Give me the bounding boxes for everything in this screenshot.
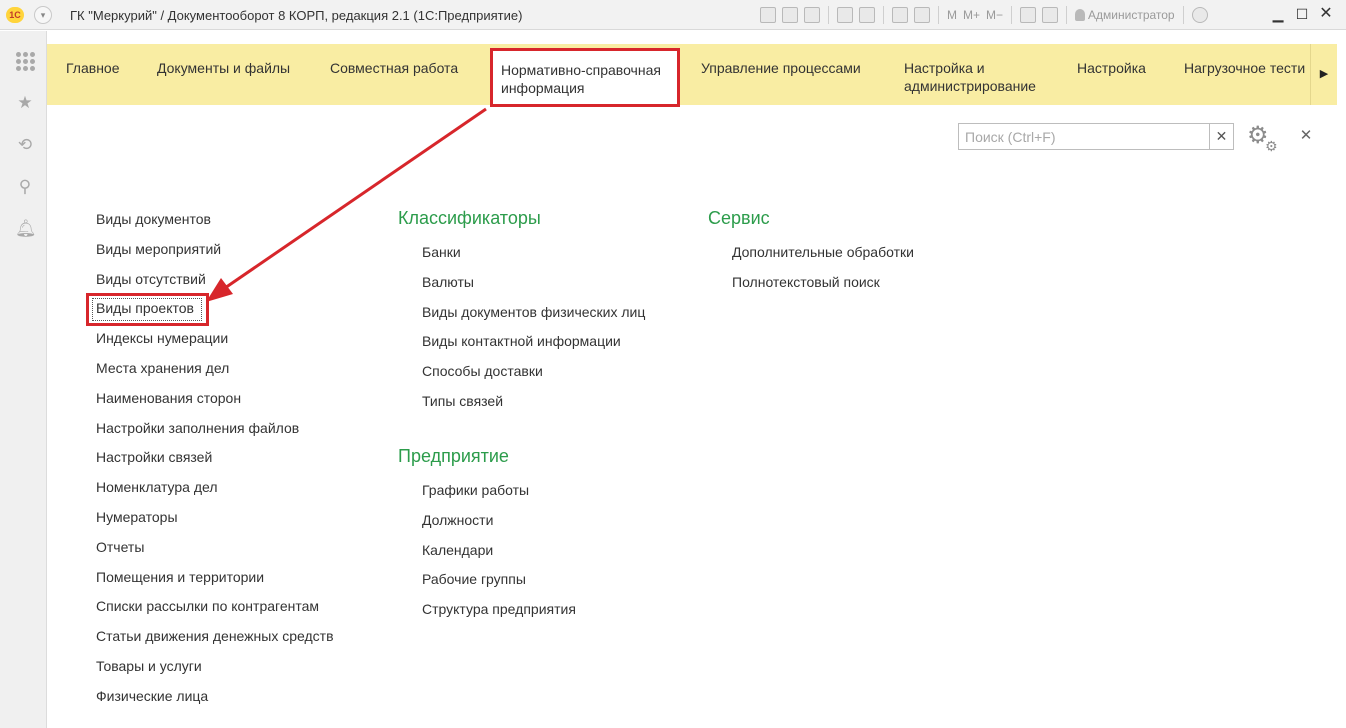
list-item[interactable]: Помещения и территории (96, 568, 334, 598)
list-item[interactable]: Структура предприятия (422, 600, 576, 630)
list-item[interactable]: Физические лица (96, 687, 334, 717)
link-icon[interactable] (859, 7, 875, 23)
list-item[interactable]: Нумераторы (96, 508, 334, 538)
list-item[interactable]: Виды контактной информации (422, 332, 645, 362)
left-panel: ★ ⟲ ⚲ 🔔︎ (0, 31, 47, 728)
user-name: Администратор (1088, 8, 1175, 22)
section-main[interactable]: Главное (66, 59, 120, 77)
group-title-classifiers: Классификаторы (398, 208, 541, 228)
toolbar-separator (828, 6, 829, 24)
list-item[interactable]: Виды документов физических лиц (422, 303, 645, 333)
list-item[interactable]: Календари (422, 541, 576, 571)
list-item[interactable]: Полнотекстовый поиск (732, 273, 914, 303)
list-item[interactable]: Настройки связей (96, 448, 334, 478)
calculator-icon[interactable] (892, 7, 908, 23)
list-item[interactable]: Списки рассылки по контрагентам (96, 597, 334, 627)
close-icon[interactable]: ✕ (1296, 125, 1316, 147)
save-icon[interactable] (760, 7, 776, 23)
list-item[interactable]: Типы связей (422, 392, 645, 422)
list-item[interactable]: Настройки заполнения файлов (96, 419, 334, 449)
toolbar-separator (1182, 6, 1184, 24)
enterprise-group: Предприятие Графики работы Должности Кал… (398, 445, 576, 630)
maximize-icon[interactable]: ☐ (1292, 4, 1312, 24)
favorites-star-icon[interactable]: ★ (15, 93, 35, 113)
group-title-enterprise: Предприятие (398, 446, 509, 466)
list-item[interactable]: Отчеты (96, 538, 334, 568)
title-toolbar: М М+ М− Администратор (760, 6, 1208, 24)
list-item[interactable]: Рабочие группы (422, 570, 576, 600)
user-icon (1075, 9, 1086, 21)
list-item[interactable]: Дополнительные обработки (732, 243, 914, 273)
info-icon[interactable] (1191, 7, 1208, 23)
toolbar-separator (1066, 6, 1068, 24)
calendar-icon[interactable] (914, 7, 930, 23)
list-item[interactable]: Индексы нумерации (96, 329, 334, 359)
memory-button[interactable]: М (947, 8, 957, 22)
toolbar-separator (883, 6, 884, 24)
memory-subtract-button[interactable]: М− (986, 8, 1003, 22)
clear-search-icon[interactable]: ✕ (1209, 123, 1234, 150)
section-settings[interactable]: Настройка (1077, 59, 1146, 77)
list-item[interactable]: Наименования сторон (96, 389, 334, 419)
print-icon[interactable] (782, 7, 798, 23)
search-input[interactable] (959, 124, 1209, 149)
gear-icon[interactable]: ⚙ ⚙ (1247, 122, 1281, 154)
scroll-right-icon[interactable]: ▶ (1310, 44, 1337, 105)
service-group: Сервис Дополнительные обработки Полнотек… (708, 207, 914, 303)
bell-icon[interactable]: 🔔︎ (15, 219, 37, 239)
search-icon[interactable]: ⚲ (15, 177, 35, 197)
list-item[interactable]: Места хранения дел (96, 359, 334, 389)
list-item[interactable]: Должности (422, 511, 576, 541)
toolbar-separator (938, 6, 939, 24)
section-administration[interactable]: Настройка и администрирование (904, 59, 1054, 95)
toolbar-separator (1011, 6, 1013, 24)
zoom-icon[interactable] (1020, 7, 1037, 23)
focus-outline (92, 298, 202, 321)
upload-icon[interactable] (837, 7, 853, 23)
group-title-service: Сервис (708, 208, 770, 228)
list-item[interactable]: Виды документов (96, 210, 334, 240)
section-processes[interactable]: Управление процессами (701, 59, 861, 77)
app-logo-icon: 1С (6, 7, 24, 23)
section-documents[interactable]: Документы и файлы (157, 59, 290, 77)
main-menu-icon[interactable]: ▾ (34, 6, 52, 24)
current-user[interactable]: Администратор (1075, 8, 1175, 22)
title-bar: 1С ▾ ГК "Меркурий" / Документооборот 8 К… (0, 0, 1346, 30)
minimize-icon[interactable]: ▁ (1268, 4, 1288, 24)
preview-icon[interactable] (804, 7, 820, 23)
section-load-testing[interactable]: Нагрузочное тести (1184, 59, 1310, 77)
list-item[interactable]: Графики работы (422, 481, 576, 511)
list-item[interactable]: Способы доставки (422, 362, 645, 392)
section-reference-info[interactable]: Нормативно-справочная информация (490, 48, 680, 107)
list-item[interactable]: Виды мероприятий (96, 240, 334, 270)
section-collaboration[interactable]: Совместная работа (330, 59, 458, 77)
list-item[interactable]: Статьи движения денежных средств (96, 627, 334, 657)
list-item[interactable]: Валюты (422, 273, 645, 303)
close-window-icon[interactable]: ✕ (1316, 4, 1336, 24)
reference-list: Виды документов Виды мероприятий Виды от… (96, 210, 334, 717)
memory-add-button[interactable]: М+ (963, 8, 980, 22)
panels-icon[interactable] (1042, 7, 1059, 23)
list-item[interactable]: Банки (422, 243, 645, 273)
apps-grid-icon[interactable] (15, 51, 35, 71)
list-item[interactable]: Товары и услуги (96, 657, 334, 687)
window-title: ГК "Меркурий" / Документооборот 8 КОРП, … (70, 8, 523, 23)
sections-bar: Главное Документы и файлы Совместная раб… (47, 44, 1337, 107)
list-item[interactable]: Номенклатура дел (96, 478, 334, 508)
classifiers-group: Классификаторы Банки Валюты Виды докумен… (398, 207, 645, 422)
history-icon[interactable]: ⟲ (15, 135, 35, 155)
search-field[interactable] (958, 123, 1210, 150)
